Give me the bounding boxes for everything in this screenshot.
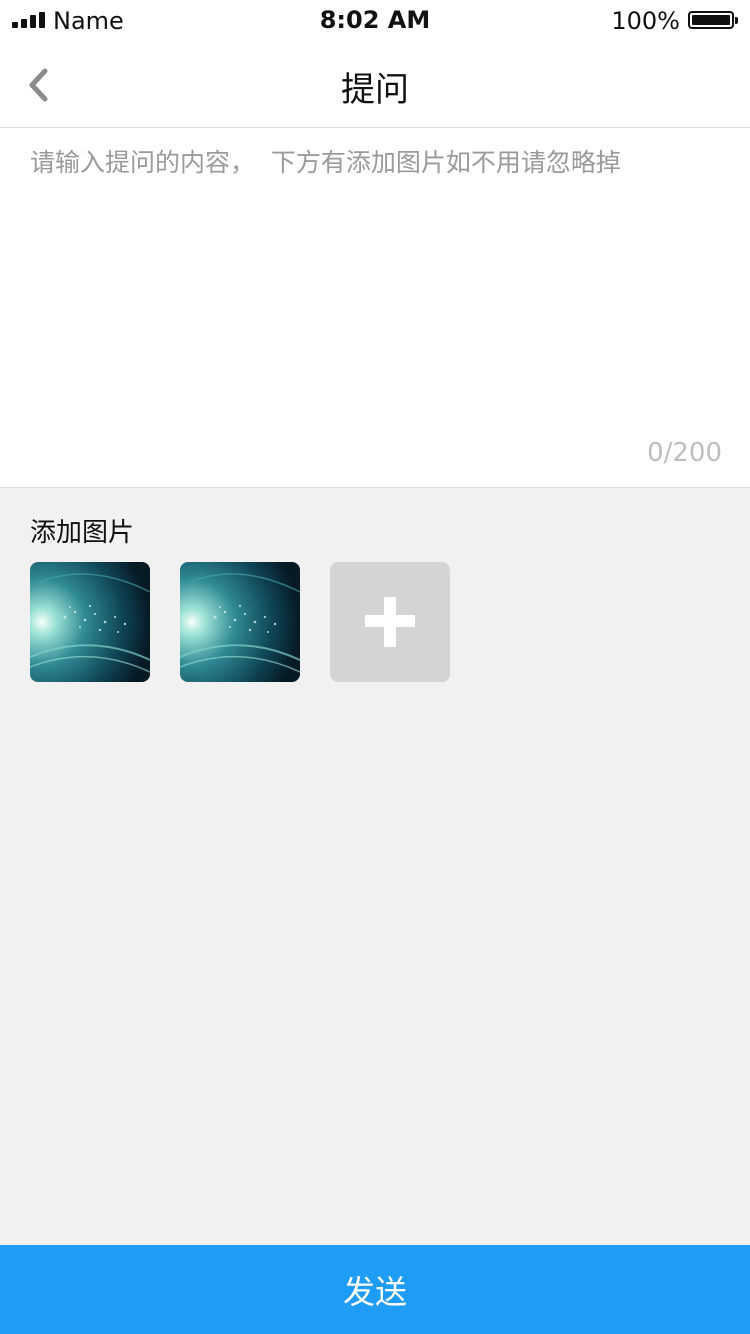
attached-image-1[interactable] bbox=[30, 562, 150, 682]
battery-percent: 100% bbox=[611, 7, 680, 35]
battery-icon bbox=[688, 11, 738, 29]
page-title: 提问 bbox=[341, 70, 409, 110]
add-images-label: 添加图片 bbox=[30, 518, 135, 548]
question-area: 0/200 bbox=[0, 128, 750, 488]
status-bar: Name 8:02 AM 100% bbox=[0, 0, 750, 40]
nav-bar: 提问 bbox=[0, 40, 750, 128]
send-button[interactable]: 发送 bbox=[0, 1245, 750, 1334]
add-image-button[interactable] bbox=[330, 562, 450, 682]
attached-image-2[interactable] bbox=[180, 562, 300, 682]
char-counter: 0/200 bbox=[647, 438, 722, 468]
question-input[interactable] bbox=[30, 144, 720, 434]
